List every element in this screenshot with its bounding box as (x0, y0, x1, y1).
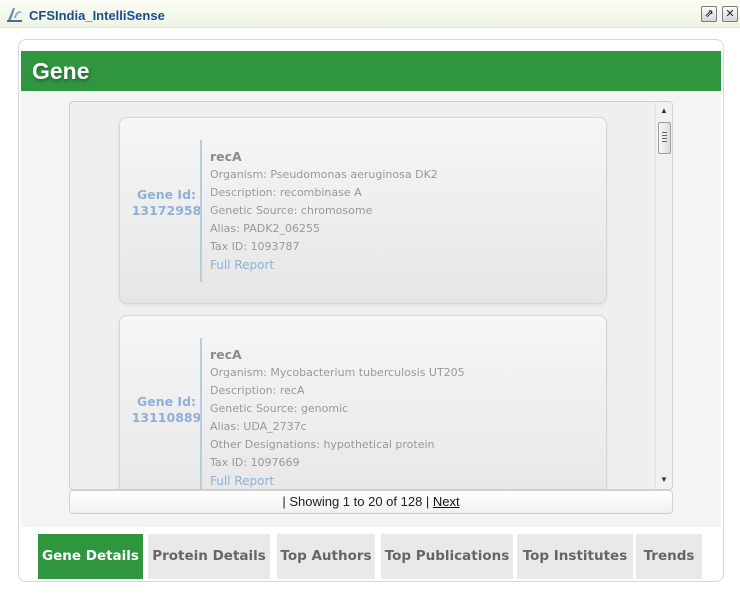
tab-gene-details[interactable]: Gene Details (38, 534, 146, 579)
scroll-up-icon[interactable]: ▲ (656, 104, 672, 118)
grip-icon (662, 132, 667, 144)
close-window-button[interactable]: ✕ (722, 6, 738, 22)
gene-organism: Organism: Mycobacterium tuberculosis UT2… (210, 366, 465, 379)
full-report-link[interactable]: Full Report (210, 256, 438, 274)
gene-info: recA Organism: Mycobacterium tuberculosi… (210, 346, 465, 489)
pagination-bar: | Showing 1 to 20 of 128 | Next (69, 490, 673, 514)
close-icon: ✕ (725, 7, 735, 20)
scroll-down-icon[interactable]: ▼ (656, 473, 672, 487)
gene-results-panel[interactable]: Gene Id: 13172958 recA Organism: Pseudom… (69, 101, 673, 490)
app-icon (7, 8, 22, 22)
gene-alias: Alias: UDA_2737c (210, 420, 307, 433)
gene-genetic-source: Genetic Source: chromosome (210, 204, 373, 217)
gene-description: Description: recA (210, 384, 305, 397)
tab-protein-details[interactable]: Protein Details (148, 534, 273, 579)
gene-description: Description: recombinase A (210, 186, 362, 199)
gene-name: recA (210, 347, 242, 362)
page-title: Gene (32, 58, 90, 84)
gene-card: Gene Id: 13172958 recA Organism: Pseudom… (119, 117, 607, 304)
gene-other-designations: Other Designations: hypothetical protein (210, 438, 435, 451)
window-title: CFSIndia_IntelliSense (29, 8, 165, 23)
tab-trends[interactable]: Trends (636, 534, 705, 579)
card-divider (200, 338, 202, 489)
pin-window-button[interactable]: ⇗ (701, 6, 717, 22)
gene-info: recA Organism: Pseudomonas aeruginosa DK… (210, 148, 438, 274)
gene-tax-id: Tax ID: 1097669 (210, 456, 300, 469)
gene-alias: Alias: PADK2_06255 (210, 222, 320, 235)
full-report-link[interactable]: Full Report (210, 472, 465, 489)
window-titlebar: CFSIndia_IntelliSense ⇗ ✕ (0, 0, 740, 28)
card-divider (200, 140, 202, 282)
next-page-link[interactable]: Next (433, 494, 460, 509)
pagination-status: | Showing 1 to 20 of 128 | (282, 494, 430, 509)
gene-card: Gene Id: 13110889 recA Organism: Mycobac… (119, 315, 607, 489)
gene-genetic-source: Genetic Source: genomic (210, 402, 349, 415)
scroll-thumb[interactable] (658, 122, 671, 154)
gene-name: recA (210, 149, 242, 164)
tab-top-institutes[interactable]: Top Institutes (517, 534, 636, 579)
tab-top-publications[interactable]: Top Publications (381, 534, 516, 579)
vertical-scrollbar[interactable]: ▲ ▼ (655, 102, 672, 489)
tab-top-authors[interactable]: Top Authors (277, 534, 378, 579)
page-header: Gene (21, 51, 721, 91)
gene-tax-id: Tax ID: 1093787 (210, 240, 300, 253)
gene-organism: Organism: Pseudomonas aeruginosa DK2 (210, 168, 438, 181)
pin-icon: ⇗ (704, 7, 714, 20)
